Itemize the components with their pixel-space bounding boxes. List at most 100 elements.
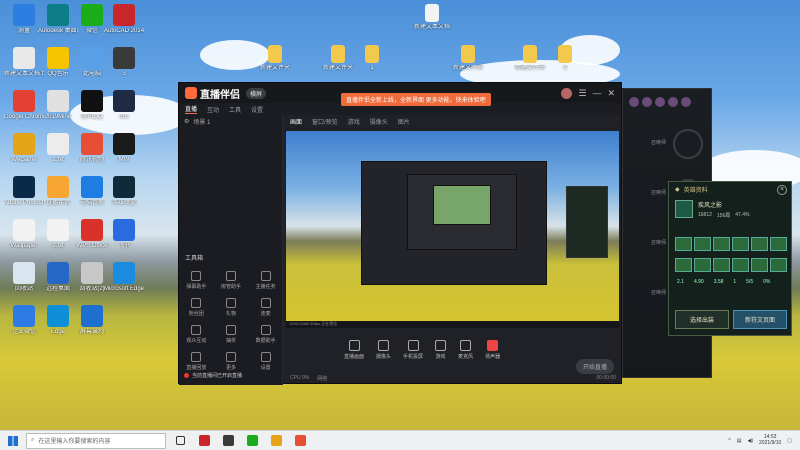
chevron-up-icon[interactable]: ^ [728, 438, 730, 444]
champion-avatar[interactable] [655, 97, 665, 107]
minimize-icon[interactable]: — [592, 88, 601, 99]
tool-label: 设置 [260, 365, 271, 371]
folder-6[interactable]: 3 [545, 45, 585, 72]
desktop-icon-obs[interactable]: obs [104, 90, 144, 121]
folder-5[interactable]: 新建文件夹 [510, 45, 550, 72]
folder-3[interactable]: 1 [352, 45, 392, 72]
tool-button[interactable]: 抽奖 [214, 325, 249, 344]
control-button[interactable]: 摄像头 [376, 340, 391, 360]
folder-4[interactable]: 新建文件夹 [448, 45, 488, 72]
menu-icon[interactable]: ☰ [578, 88, 586, 99]
control-button[interactable]: 手机投屏 [403, 340, 423, 360]
control-button[interactable]: 麦克风 [458, 340, 473, 360]
champion-avatar[interactable] [642, 97, 652, 107]
preview-canvas[interactable] [286, 131, 619, 321]
source-tab[interactable]: 画面 [290, 117, 302, 126]
select-build-button[interactable]: 选择出装 [675, 310, 729, 329]
taskbar-app-icon[interactable] [290, 433, 310, 449]
tool-button[interactable]: 直播回放 [179, 352, 214, 371]
volume-icon[interactable]: ◀) [748, 438, 754, 444]
tool-label: 直播回放 [186, 365, 207, 371]
rune-slot[interactable] [713, 258, 730, 272]
tool-button[interactable]: 弹幕助手 [179, 271, 214, 290]
rune-slot[interactable] [770, 237, 787, 251]
tool-icon [191, 352, 202, 362]
tool-button[interactable]: 连麦 [248, 298, 283, 317]
rune-slot[interactable] [694, 237, 711, 251]
mode-selector[interactable]: 横屏 [246, 87, 267, 99]
tool-label: 观众互动 [186, 338, 207, 344]
icon-disk [13, 262, 35, 284]
desktop-icon-autocad[interactable]: AutoCAD 2014 - 简体中文 [104, 4, 144, 35]
desktop-icon-screen[interactable]: 屏幕录制 [72, 305, 112, 336]
summoner-slot-ring[interactable] [673, 129, 703, 159]
network-icon[interactable]: ▤ [737, 438, 742, 444]
source-tab[interactable]: 游戏 [348, 117, 360, 126]
icon-tx [81, 133, 103, 155]
notification-icon[interactable]: ▢ [787, 438, 792, 444]
new-rune-page-button[interactable]: 新符文页面 [733, 310, 787, 329]
icon-screen [81, 305, 103, 327]
control-button[interactable]: 直播画面 [344, 340, 364, 360]
tool-icon [260, 352, 271, 362]
task-view-icon[interactable] [170, 433, 190, 449]
tool-icon [191, 271, 202, 281]
close-icon[interactable]: ✕ [607, 88, 615, 99]
scene-label[interactable]: 场景 1 [193, 117, 210, 126]
control-button[interactable]: 扬声器 [485, 340, 500, 360]
tool-button[interactable]: 房管助手 [214, 271, 249, 290]
avatar[interactable] [561, 87, 573, 99]
player-name: 疾风之影 [698, 203, 723, 209]
tool-button[interactable]: 更多 [214, 352, 249, 371]
rune-slot[interactable] [675, 258, 692, 272]
doc-top[interactable]: 新建文本文档 [412, 4, 452, 31]
rune-slot[interactable] [713, 237, 730, 251]
rune-slot[interactable] [732, 258, 749, 272]
desktop-icon-label: 英雄联盟 [111, 200, 136, 206]
close-icon[interactable]: × [777, 185, 787, 195]
taskbar-app-icon[interactable] [266, 433, 286, 449]
start-button[interactable] [0, 431, 26, 450]
tool-button[interactable]: 主播任务 [248, 271, 283, 290]
tool-button[interactable]: 粉丝团 [179, 298, 214, 317]
file-label: 1 [370, 65, 374, 71]
rune-slot[interactable] [694, 258, 711, 272]
menu-item[interactable]: 设置 [251, 105, 263, 114]
taskbar-app-icon[interactable] [242, 433, 262, 449]
tool-button[interactable]: 设置 [248, 352, 283, 371]
desktop-icon-s[interactable]: S [104, 47, 144, 78]
search-input[interactable]: ⌕ 在这里输入你要搜索的内容 [26, 432, 166, 449]
icon-file2 [47, 133, 69, 155]
desktop-icon-game[interactable]: 英雄联盟 [104, 176, 144, 207]
rune-slot[interactable] [675, 237, 692, 251]
folder-1[interactable]: 新建文件夹 [255, 45, 295, 72]
rune-slot[interactable] [770, 258, 787, 272]
rune-slot[interactable] [732, 237, 749, 251]
taskbar-app-icon[interactable] [194, 433, 214, 449]
source-tab[interactable]: 窗口/预览 [312, 117, 338, 126]
taskbar-app-icon[interactable] [218, 433, 238, 449]
control-button[interactable]: 游戏 [435, 340, 447, 360]
scene-icon[interactable]: ⚙ [184, 118, 189, 125]
menu-item[interactable]: 工具 [229, 105, 241, 114]
summoner-label: 召唤师 [651, 140, 667, 146]
tool-button[interactable]: 礼物 [214, 298, 249, 317]
desktop-icon-feishu[interactable]: 飞书 [104, 219, 144, 250]
menu-item[interactable]: 直播 [185, 104, 198, 114]
tool-button[interactable]: 观众互动 [179, 325, 214, 344]
rune-slot[interactable] [751, 258, 768, 272]
source-tab[interactable]: 图片 [398, 117, 410, 126]
rune-stat: 4.90 [693, 279, 704, 285]
control-label: 手机投屏 [403, 354, 424, 360]
champion-avatar[interactable] [668, 97, 678, 107]
notification-banner[interactable]: 直播伴侣全新上线，全新界面 更多功能，快来体验吧 [341, 93, 491, 106]
tool-button[interactable]: 数据助手 [248, 325, 283, 344]
source-tab[interactable]: 摄像头 [370, 117, 388, 126]
desktop-icon-mw[interactable]: MW [104, 133, 144, 164]
champion-avatar[interactable] [681, 97, 691, 107]
menu-item[interactable]: 互动 [207, 105, 219, 114]
rune-slot[interactable] [751, 237, 768, 251]
desktop-icon-msedge[interactable]: Microsoft Edge [104, 262, 144, 293]
champion-avatar[interactable] [629, 97, 639, 107]
clock[interactable]: 14:53 2021/9/10 [759, 434, 781, 447]
